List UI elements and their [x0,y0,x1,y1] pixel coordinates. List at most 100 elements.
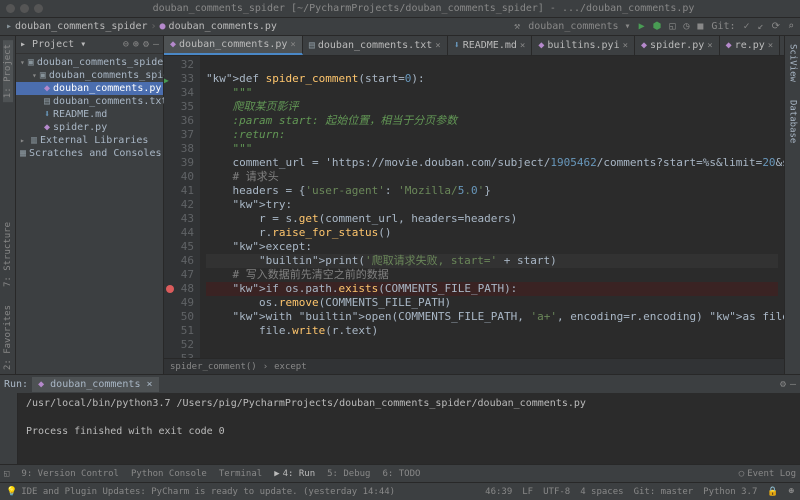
editor-tab[interactable]: ◆spider.py× [635,36,720,55]
vcs-update-icon[interactable]: ✓ [744,21,750,32]
editor-tab[interactable]: ◆builtins.pyi× [532,36,635,55]
tab-debug[interactable]: 5: Debug [327,469,370,479]
collapse-icon[interactable]: ⊖ [123,39,129,50]
profile-icon[interactable]: ◷ [683,21,689,32]
close-icon[interactable]: × [520,41,525,51]
hide-icon[interactable]: — [153,39,159,50]
tab-terminal[interactable]: Terminal [219,469,262,479]
status-interpreter[interactable]: Python 3.7 [703,487,757,497]
gutter[interactable]: 32▶3334353637383940414243444546474849505… [164,56,200,358]
search-icon[interactable]: ⌕ [788,21,794,32]
status-bar: 💡 IDE and Plugin Updates: PyCharm is rea… [0,482,800,500]
close-icon[interactable]: × [290,40,295,50]
panel-title: ▸ Project ▾ [20,39,123,50]
editor-tab[interactable]: ⬇README.md× [448,36,533,55]
project-panel-header: ▸ Project ▾ ⊖ ⊕ ⚙ — [16,36,163,54]
breadcrumb-file[interactable]: douban_comments.py [169,21,277,32]
tree-file[interactable]: ▤douban_comments.txt [16,95,163,108]
rail-tab-structure[interactable]: 7: Structure [3,218,13,291]
tab-todo[interactable]: 6: TODO [382,469,420,479]
tab-version-control[interactable]: 9: Version Control [21,469,119,479]
maximize-icon[interactable] [34,4,43,13]
window-corner-icon[interactable]: ◱ [4,469,9,479]
run-output[interactable]: /usr/local/bin/python3.7 /Users/pig/Pych… [18,393,800,464]
editor-tab[interactable]: ◆re.py× [720,36,781,55]
breakpoint-icon[interactable] [166,285,174,293]
code-content[interactable]: "kw">def spider_comment(start=0): """ 爬取… [200,56,784,358]
settings-icon[interactable]: ⚙ [143,39,149,50]
editor-tab[interactable]: ▤douban_comments.txt× [303,36,448,55]
build-icon[interactable]: ⚒ [514,21,520,32]
status-indent[interactable]: 4 spaces [580,487,623,497]
run-config-selector[interactable]: douban_comments ▾ [528,21,630,32]
crumb-block[interactable]: except [274,362,307,372]
git-label: Git: [711,21,735,32]
right-tool-rail: SciView Database [784,36,800,374]
tab-run[interactable]: ▶ 4: Run [274,469,315,479]
rail-tab-sciview[interactable]: SciView [788,40,798,86]
chevron-right-icon: › [263,362,268,372]
run-panel-header: Run: ◆ douban_comments × ⚙ — [0,375,800,393]
folder-icon: ▸ [6,21,12,32]
tab-event-log[interactable]: ◯ Event Log [739,469,796,479]
lock-icon[interactable]: 🔒 [767,487,778,497]
close-icon[interactable]: × [435,41,440,51]
status-git[interactable]: Git: master [634,487,694,497]
close-icon[interactable]: × [768,41,773,51]
tree-file[interactable]: ⬇README.md [16,108,163,121]
tree-folder[interactable]: ▾▣douban_comments_spide [16,69,163,82]
close-icon[interactable]: × [623,41,628,51]
close-icon[interactable]: × [707,41,712,51]
status-line-sep[interactable]: LF [522,487,533,497]
tab-python-console[interactable]: Python Console [131,469,207,479]
vcs-history-icon[interactable]: ⟳ [772,21,780,32]
locate-icon[interactable]: ⊕ [133,39,139,50]
rail-tab-favorites[interactable]: 2: Favorites [3,301,13,374]
output-line: Process finished with exit code 0 [26,425,792,439]
status-encoding[interactable]: UTF-8 [543,487,570,497]
window-title: douban_comments_spider [~/PycharmProject… [53,3,794,14]
rail-tab-database[interactable]: Database [788,96,798,147]
breadcrumb-root[interactable]: douban_comments_spider [15,21,147,32]
editor-area: ◆douban_comments.py×▤douban_comments.txt… [164,36,784,374]
settings-icon[interactable]: ⚙ [780,379,786,390]
navbar: ▸ douban_comments_spider › ● douban_comm… [0,18,800,36]
hide-icon[interactable]: — [790,379,796,390]
code-editor[interactable]: 32▶3334353637383940414243444546474849505… [164,56,784,358]
close-icon[interactable] [6,4,15,13]
tree-file-active[interactable]: ◆douban_comments.py [16,82,163,95]
vcs-commit-icon[interactable]: ↙ [758,21,764,32]
python-file-icon: ● [160,21,166,32]
chevron-right-icon: › [150,21,156,32]
run-toolbar[interactable] [0,393,18,464]
debug-button[interactable]: ⬢ [653,21,662,32]
stop-button[interactable]: ■ [697,21,703,32]
project-tree: ▾▣douban_comments_spider ▾▣douban_commen… [16,54,163,162]
status-caret[interactable]: 46:39 [485,487,512,497]
crumb-fn[interactable]: spider_comment() [170,362,257,372]
output-line: /usr/local/bin/python3.7 /Users/pig/Pych… [26,397,792,411]
run-body: /usr/local/bin/python3.7 /Users/pig/Pych… [0,393,800,464]
left-tool-rail: 1: Project 7: Structure 2: Favorites [0,36,16,374]
run-button[interactable]: ▶ [639,21,645,32]
bottom-tool-tabs: ◱ 9: Version Control Python Console Term… [0,464,800,482]
run-tab[interactable]: ◆ douban_comments × [32,377,158,392]
tree-root[interactable]: ▾▣douban_comments_spider [16,56,163,69]
titlebar: douban_comments_spider [~/PycharmProject… [0,0,800,18]
tree-external-libs[interactable]: ▸▥External Libraries [16,134,163,147]
toolbar-right: ⚒ douban_comments ▾ ▶ ⬢ ◱ ◷ ■ Git: ✓ ↙ ⟳… [514,21,794,32]
inspector-icon[interactable]: ☻ [789,487,794,497]
editor-tabs: ◆douban_comments.py×▤douban_comments.txt… [164,36,784,56]
minimize-icon[interactable] [20,4,29,13]
breadcrumb[interactable]: ▸ douban_comments_spider › ● douban_comm… [6,21,277,32]
window-controls [6,4,43,13]
rail-tab-project[interactable]: 1: Project [3,40,13,102]
tree-file[interactable]: ◆spider.py [16,121,163,134]
status-message: IDE and Plugin Updates: PyCharm is ready… [21,487,395,497]
editor-tab[interactable]: ◆douban_comments.py× [164,36,303,55]
project-panel: ▸ Project ▾ ⊖ ⊕ ⚙ — ▾▣douban_comments_sp… [16,36,164,374]
code-breadcrumb[interactable]: spider_comment() › except [164,358,784,374]
coverage-icon[interactable]: ◱ [669,21,675,32]
bulb-icon[interactable]: 💡 [6,487,17,497]
tree-scratches[interactable]: ▦Scratches and Consoles [16,147,163,160]
